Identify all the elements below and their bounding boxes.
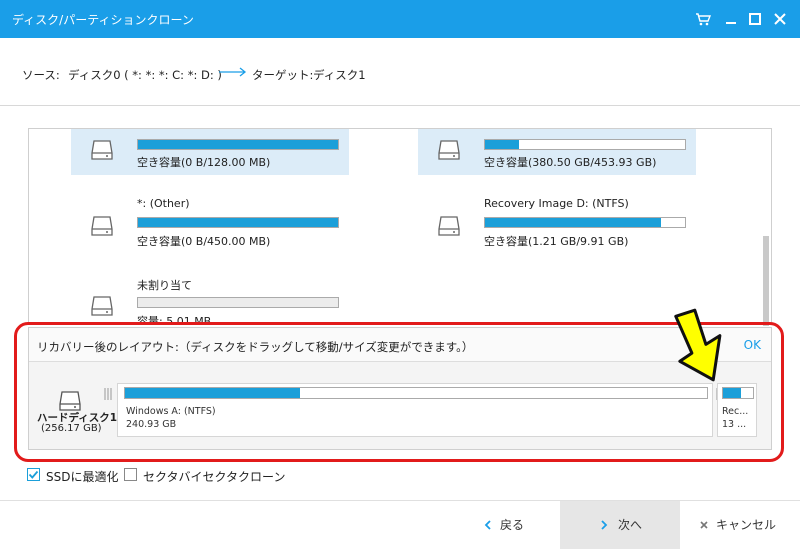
chevron-left-icon [484, 520, 491, 530]
partition-name: Recovery Image D: (NTFS) [484, 197, 629, 210]
vertical-scrollbar[interactable] [762, 130, 770, 326]
free-space-label: 空き容量(0 B/450.00 MB) [137, 235, 271, 248]
window-title: ディスク/パーティションクローン [12, 13, 194, 27]
usage-bar [137, 139, 339, 150]
source-target-bar: ソース: ディスク0 ( *: *: *: C: *: D: ) ターゲット: … [0, 38, 800, 106]
arrow-right-icon [219, 67, 247, 77]
ssd-optimize-checkbox[interactable]: SSDに最適化 [27, 467, 137, 484]
title-bar: ディスク/パーティションクローン [0, 0, 800, 38]
ssd-optimize-label: SSDに最適化 [46, 470, 119, 484]
back-label: 戻る [500, 518, 525, 532]
source-value: ディスク0 ( *: *: *: C: *: D: ) [68, 68, 222, 82]
free-space-label: 空き容量(0 B/128.00 MB) [137, 156, 271, 169]
partition-name: 未割り当て [137, 279, 192, 292]
partition-item[interactable]: Recovery Image D: (NTFS) 空き容量(1.21 GB/9.… [418, 195, 696, 249]
hard-drive-icon [89, 137, 115, 163]
cancel-label: キャンセル [716, 518, 777, 532]
hard-drive-icon [89, 213, 115, 239]
source-label: ソース: [22, 68, 60, 82]
close-icon [700, 521, 708, 529]
checkbox-box[interactable] [124, 468, 137, 481]
partition-list: 空き容量(0 B/128.00 MB) 空き容量(380.50 GB/453.9… [28, 128, 772, 324]
cancel-button[interactable]: キャンセル [680, 501, 800, 549]
usage-bar [484, 139, 686, 150]
partition-item[interactable]: 空き容量(380.50 GB/453.93 GB) [418, 129, 696, 175]
partition-item[interactable]: 未割り当て 容量: 5.01 MB [71, 275, 349, 324]
target-value: ディスク1 [313, 68, 366, 82]
sector-clone-label: セクタバイセクタクローン [143, 470, 286, 484]
arrow-down-annotation-icon [674, 308, 722, 382]
chevron-right-icon [601, 520, 608, 530]
hard-drive-icon [436, 137, 462, 163]
usage-bar [137, 217, 339, 228]
close-icon[interactable] [771, 10, 789, 28]
maximize-icon[interactable] [746, 10, 764, 28]
next-label: 次へ [618, 518, 643, 532]
free-space-label: 空き容量(1.21 GB/9.91 GB) [484, 235, 629, 248]
minimize-icon[interactable] [722, 10, 740, 28]
target-label: ターゲット: [252, 68, 314, 82]
free-space-label: 空き容量(380.50 GB/453.93 GB) [484, 156, 657, 169]
back-button[interactable]: 戻る [462, 501, 560, 549]
usage-bar [137, 297, 339, 308]
sector-clone-checkbox[interactable]: セクタバイセクタクローン [124, 467, 285, 484]
checkbox-box[interactable] [27, 468, 40, 481]
partition-name: *: (Other) [137, 197, 190, 210]
footer-bar: 戻る 次へ キャンセル [0, 500, 800, 549]
partition-item[interactable]: 空き容量(0 B/128.00 MB) [71, 129, 349, 175]
cart-icon[interactable] [694, 10, 712, 28]
hard-drive-icon [436, 213, 462, 239]
partition-item[interactable]: *: (Other) 空き容量(0 B/450.00 MB) [71, 195, 349, 249]
next-button[interactable]: 次へ [560, 501, 680, 549]
highlight-box [14, 322, 784, 462]
usage-bar [484, 217, 686, 228]
scrollbar-thumb[interactable] [763, 236, 769, 326]
hard-drive-icon [89, 293, 115, 319]
